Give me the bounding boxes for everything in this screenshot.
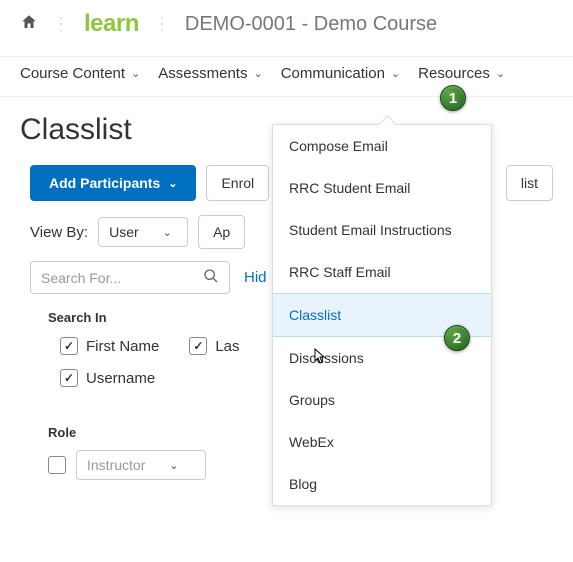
apply-button[interactable]: Ap — [198, 215, 245, 249]
dd-webex[interactable]: WebEx — [273, 421, 491, 463]
button-label: Ap — [213, 224, 230, 240]
search-icon[interactable] — [203, 268, 219, 287]
viewby-label: View By: — [30, 224, 88, 241]
chevron-down-icon: ⌄ — [496, 67, 505, 80]
communication-dropdown: Compose Email RRC Student Email Student … — [272, 124, 492, 506]
add-participants-button[interactable]: Add Participants ⌄ — [30, 165, 196, 201]
nav-label: Assessments — [158, 65, 247, 82]
check-label: First Name — [86, 338, 159, 355]
logo: learn — [84, 10, 139, 38]
course-title: DEMO-0001 - Demo Course — [185, 13, 437, 36]
enrol-button[interactable]: Enrol — [206, 165, 269, 201]
dd-blog[interactable]: Blog — [273, 463, 491, 505]
nav-label: Course Content — [20, 65, 125, 82]
chevron-down-icon: ⌄ — [163, 226, 172, 239]
chevron-down-icon: ⌄ — [168, 177, 177, 190]
chevron-down-icon: ⌄ — [391, 67, 400, 80]
checkbox-icon — [60, 369, 78, 387]
chevron-down-icon: ⌄ — [169, 459, 178, 472]
divider: ⋮ — [153, 14, 171, 35]
divider: ⋮ — [52, 14, 70, 35]
dd-compose-email[interactable]: Compose Email — [273, 125, 491, 167]
navbar: Course Content ⌄ Assessments ⌄ Communicati… — [0, 56, 573, 97]
viewby-select[interactable]: User ⌄ — [98, 217, 188, 247]
dd-student-email-instructions[interactable]: Student Email Instructions — [273, 209, 491, 251]
home-icon[interactable] — [20, 13, 38, 36]
nav-label: Resources — [418, 65, 490, 82]
nav-communication[interactable]: Communication ⌄ — [281, 65, 400, 82]
select-value: User — [109, 224, 139, 240]
check-label: Las — [215, 338, 239, 355]
role-select[interactable]: Instructor ⌄ — [76, 450, 206, 480]
check-last-name[interactable]: Las — [189, 337, 239, 355]
hide-link[interactable]: Hid — [244, 269, 267, 286]
dd-groups[interactable]: Groups — [273, 379, 491, 421]
chevron-down-icon: ⌄ — [253, 67, 262, 80]
dd-rrc-staff-email[interactable]: RRC Staff Email — [273, 251, 491, 293]
dd-rrc-student-email[interactable]: RRC Student Email — [273, 167, 491, 209]
list-button[interactable]: list — [506, 165, 553, 201]
select-value: Instructor — [87, 457, 145, 473]
checkbox-icon — [189, 337, 207, 355]
chevron-down-icon: ⌄ — [131, 67, 140, 80]
check-username[interactable]: Username — [60, 369, 155, 387]
role-checkbox[interactable] — [48, 456, 66, 474]
nav-assessments[interactable]: Assessments ⌄ — [158, 65, 262, 82]
check-first-name[interactable]: First Name — [60, 337, 159, 355]
nav-course-content[interactable]: Course Content ⌄ — [20, 65, 140, 82]
nav-resources[interactable]: Resources ⌄ — [418, 65, 505, 82]
annotation-badge-2: 2 — [444, 325, 470, 351]
button-label: Add Participants — [49, 175, 160, 191]
nav-label: Communication — [281, 65, 385, 82]
search-placeholder: Search For... — [41, 270, 121, 286]
checkbox-icon — [60, 337, 78, 355]
button-label: Enrol — [221, 175, 254, 191]
search-input[interactable]: Search For... — [30, 261, 230, 294]
check-label: Username — [86, 370, 155, 387]
topbar: ⋮ learn ⋮ DEMO-0001 - Demo Course — [0, 0, 573, 56]
button-label: list — [521, 175, 538, 191]
annotation-badge-1: 1 — [440, 85, 466, 111]
